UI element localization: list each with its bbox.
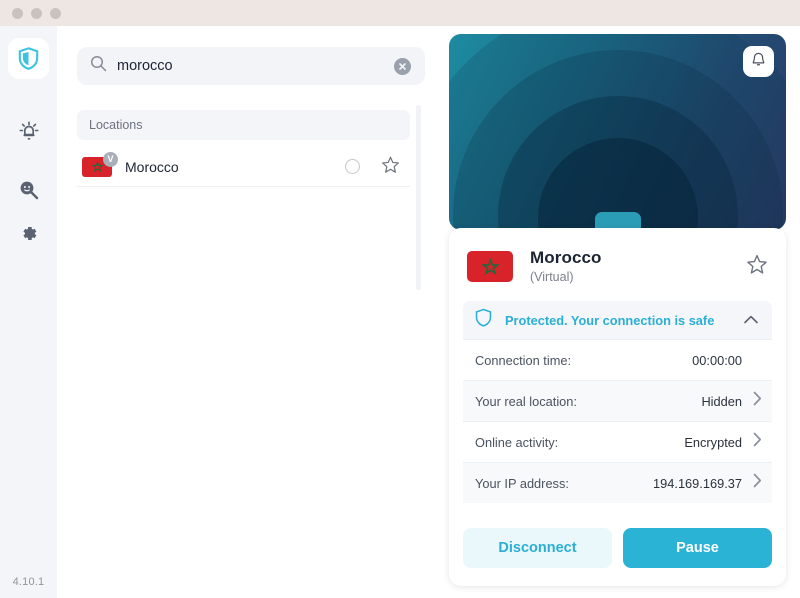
detail-label: Your IP address: xyxy=(475,475,569,491)
list-item[interactable]: V Morocco xyxy=(77,147,410,187)
search-bar[interactable] xyxy=(77,47,425,85)
status-text: Protected. Your connection is safe xyxy=(505,312,715,328)
detail-label: Your real location: xyxy=(475,393,577,409)
locations-scrollbar[interactable] xyxy=(416,105,421,290)
locations-section-header: Locations xyxy=(77,110,410,140)
connection-card: Morocco (Virtual) Protected. Your connec… xyxy=(449,228,786,586)
page-title: Morocco xyxy=(530,248,602,267)
virtual-badge: V xyxy=(103,151,118,167)
chevron-right-icon[interactable] xyxy=(753,432,762,452)
minimize-button[interactable] xyxy=(31,8,42,19)
action-buttons: Disconnect Pause xyxy=(449,528,786,568)
detail-value: 00:00:00 xyxy=(692,352,742,368)
search-icon xyxy=(90,55,107,77)
notifications-button[interactable] xyxy=(743,46,774,77)
close-button[interactable] xyxy=(12,8,23,19)
bell-icon xyxy=(750,51,767,73)
chevron-right-icon[interactable] xyxy=(753,391,762,411)
table-row[interactable]: Your IP address: 194.169.169.37 xyxy=(463,462,772,503)
detail-value: Encrypted xyxy=(684,434,742,450)
table-row[interactable]: Online activity: Encrypted xyxy=(463,421,772,462)
status-badge[interactable]: Protected. Your connection is safe xyxy=(463,301,772,339)
morocco-flag-icon xyxy=(467,250,513,282)
title-bar xyxy=(0,0,800,26)
list-item-label: Morocco xyxy=(125,158,179,175)
sidebar: 4.10.1 xyxy=(0,26,57,598)
window-controls xyxy=(12,8,61,19)
disconnect-button[interactable]: Disconnect xyxy=(463,528,612,568)
star-icon[interactable] xyxy=(381,155,400,179)
morocco-flag-icon: V xyxy=(82,151,118,177)
app-version: 4.10.1 xyxy=(12,576,45,588)
table-row: Connection time: 00:00:00 xyxy=(463,339,772,380)
gear-icon xyxy=(18,223,39,244)
sidebar-item-scanner[interactable] xyxy=(8,169,49,210)
connection-hero xyxy=(449,34,786,230)
search-input[interactable] xyxy=(117,58,394,74)
app-window: 4.10.1 Locations V xyxy=(0,0,800,598)
card-header: Morocco (Virtual) xyxy=(449,228,786,284)
alert-icon xyxy=(18,120,40,142)
sidebar-item-vpn[interactable] xyxy=(8,38,49,79)
location-select-radio[interactable] xyxy=(345,159,360,174)
chevron-right-icon[interactable] xyxy=(753,473,762,493)
scanner-icon xyxy=(18,179,40,201)
clear-search-button[interactable] xyxy=(394,57,411,75)
detail-label: Connection time: xyxy=(475,352,572,368)
locations-header-label: Locations xyxy=(89,118,143,132)
card-subtitle: (Virtual) xyxy=(530,270,574,284)
chevron-up-icon[interactable] xyxy=(744,311,758,329)
maximize-button[interactable] xyxy=(50,8,61,19)
pause-button[interactable]: Pause xyxy=(623,528,772,568)
sidebar-item-settings[interactable] xyxy=(8,213,49,254)
sidebar-item-alerts[interactable] xyxy=(8,110,49,151)
shield-icon xyxy=(475,308,492,332)
table-row[interactable]: Your real location: Hidden xyxy=(463,380,772,421)
detail-value: 194.169.169.37 xyxy=(653,475,742,491)
card-title-group: Morocco (Virtual) xyxy=(530,248,746,284)
detail-value: Hidden xyxy=(701,393,742,409)
shield-icon xyxy=(18,47,39,70)
star-icon[interactable] xyxy=(746,253,768,280)
close-icon xyxy=(399,62,406,70)
detail-label: Online activity: xyxy=(475,434,559,450)
